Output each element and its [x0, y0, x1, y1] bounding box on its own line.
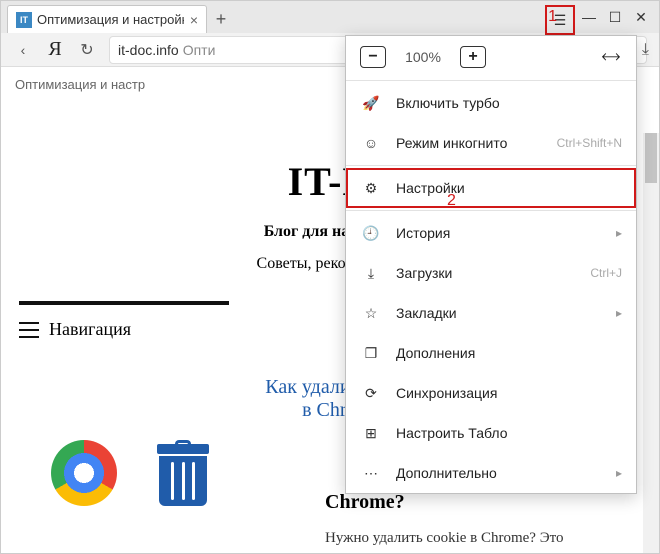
menu-addons-label: Дополнения — [396, 345, 622, 361]
menu-tableau-icon: ⊞ — [360, 422, 382, 444]
tab-title: Оптимизация и настройк — [37, 12, 184, 27]
menu-more-icon: ⋯ — [360, 462, 382, 484]
menu-sync-icon: ⟳ — [360, 382, 382, 404]
tab-favicon: IT — [16, 12, 32, 28]
menu-history[interactable]: 🕘 История ▸ — [346, 213, 636, 253]
menu-sync[interactable]: ⟳ Синхронизация — [346, 373, 636, 413]
menu-bookmarks[interactable]: ☆ Закладки ▸ — [346, 293, 636, 333]
zoom-row: − 100% + ⤢ — [346, 36, 636, 78]
minimize-button[interactable]: — — [577, 5, 601, 29]
menu-bookmarks-icon: ☆ — [360, 302, 382, 324]
menu-history-icon: 🕘 — [360, 222, 382, 244]
menu-settings-icon: ⚙ — [360, 177, 382, 199]
menu-addons-icon: ❐ — [360, 342, 382, 364]
menu-more[interactable]: ⋯ Дополнительно ▸ — [346, 453, 636, 493]
zoom-out-button[interactable]: − — [360, 46, 386, 68]
menu-history-label: История — [396, 225, 602, 241]
menu-downloads-icon: ⤓ — [360, 262, 382, 284]
menu-sync-label: Синхронизация — [396, 385, 622, 401]
zoom-in-button[interactable]: + — [460, 46, 486, 68]
main-menu: − 100% + ⤢ 🚀 Включить турбо ☺ Режим инкогни… — [345, 35, 637, 494]
menu-incognito-label: Режим инкогнито — [396, 135, 543, 151]
menu-downloads[interactable]: ⤓ Загрузки Ctrl+J — [346, 253, 636, 293]
menu-downloads-shortcut: Ctrl+J — [590, 266, 622, 280]
menu-addons[interactable]: ❐ Дополнения — [346, 333, 636, 373]
close-tab-icon[interactable]: × — [190, 12, 198, 28]
menu-turbo[interactable]: 🚀 Включить турбо — [346, 83, 636, 123]
menu-separator — [346, 165, 636, 166]
reload-button[interactable]: ↻ — [73, 36, 101, 64]
maximize-button[interactable]: ☐ — [603, 5, 627, 29]
close-window-button[interactable]: ✕ — [629, 5, 653, 29]
yandex-home-button[interactable]: Я — [41, 36, 69, 64]
scrollbar-thumb[interactable] — [645, 133, 657, 183]
bg-paragraph: Нужно удалить cookie в Chrome? Это — [325, 528, 615, 550]
menu-tableau[interactable]: ⊞ Настроить Табло — [346, 413, 636, 453]
fullscreen-icon[interactable]: ⤢ — [600, 44, 625, 69]
menu-incognito-shortcut: Ctrl+Shift+N — [557, 136, 622, 150]
chevron-right-icon: ▸ — [616, 306, 622, 320]
menu-tableau-label: Настроить Табло — [396, 425, 622, 441]
active-tab[interactable]: IT Оптимизация и настройк × — [7, 5, 207, 33]
menu-settings[interactable]: ⚙ Настройки — [346, 168, 636, 208]
chevron-right-icon: ▸ — [616, 226, 622, 240]
url-host: it-doc.info — [118, 42, 179, 58]
menu-settings-label: Настройки — [396, 180, 622, 196]
chevron-right-icon: ▸ — [616, 466, 622, 480]
menu-turbo-icon: 🚀 — [360, 92, 382, 114]
menu-turbo-label: Включить турбо — [396, 95, 622, 111]
downloads-button[interactable]: ⤓ — [642, 41, 649, 59]
menu-bookmarks-label: Закладки — [396, 305, 602, 321]
annotation-2: 2 — [447, 192, 456, 210]
menu-downloads-label: Загрузки — [396, 265, 576, 281]
bg-heading: Chrome? — [325, 491, 659, 514]
url-rest: Опти — [183, 42, 216, 58]
new-tab-button[interactable]: + — [207, 5, 235, 33]
menu-incognito-icon: ☺ — [360, 132, 382, 154]
menu-incognito[interactable]: ☺ Режим инкогнито Ctrl+Shift+N — [346, 123, 636, 163]
back-button[interactable]: ‹ — [9, 36, 37, 64]
vertical-scrollbar[interactable] — [643, 133, 659, 553]
zoom-value: 100% — [400, 49, 446, 65]
menu-more-label: Дополнительно — [396, 465, 602, 481]
window-controls: ☰ — ☐ ✕ — [545, 5, 653, 35]
menu-separator — [346, 80, 636, 81]
annotation-1: 1 — [548, 8, 557, 26]
menu-separator — [346, 210, 636, 211]
